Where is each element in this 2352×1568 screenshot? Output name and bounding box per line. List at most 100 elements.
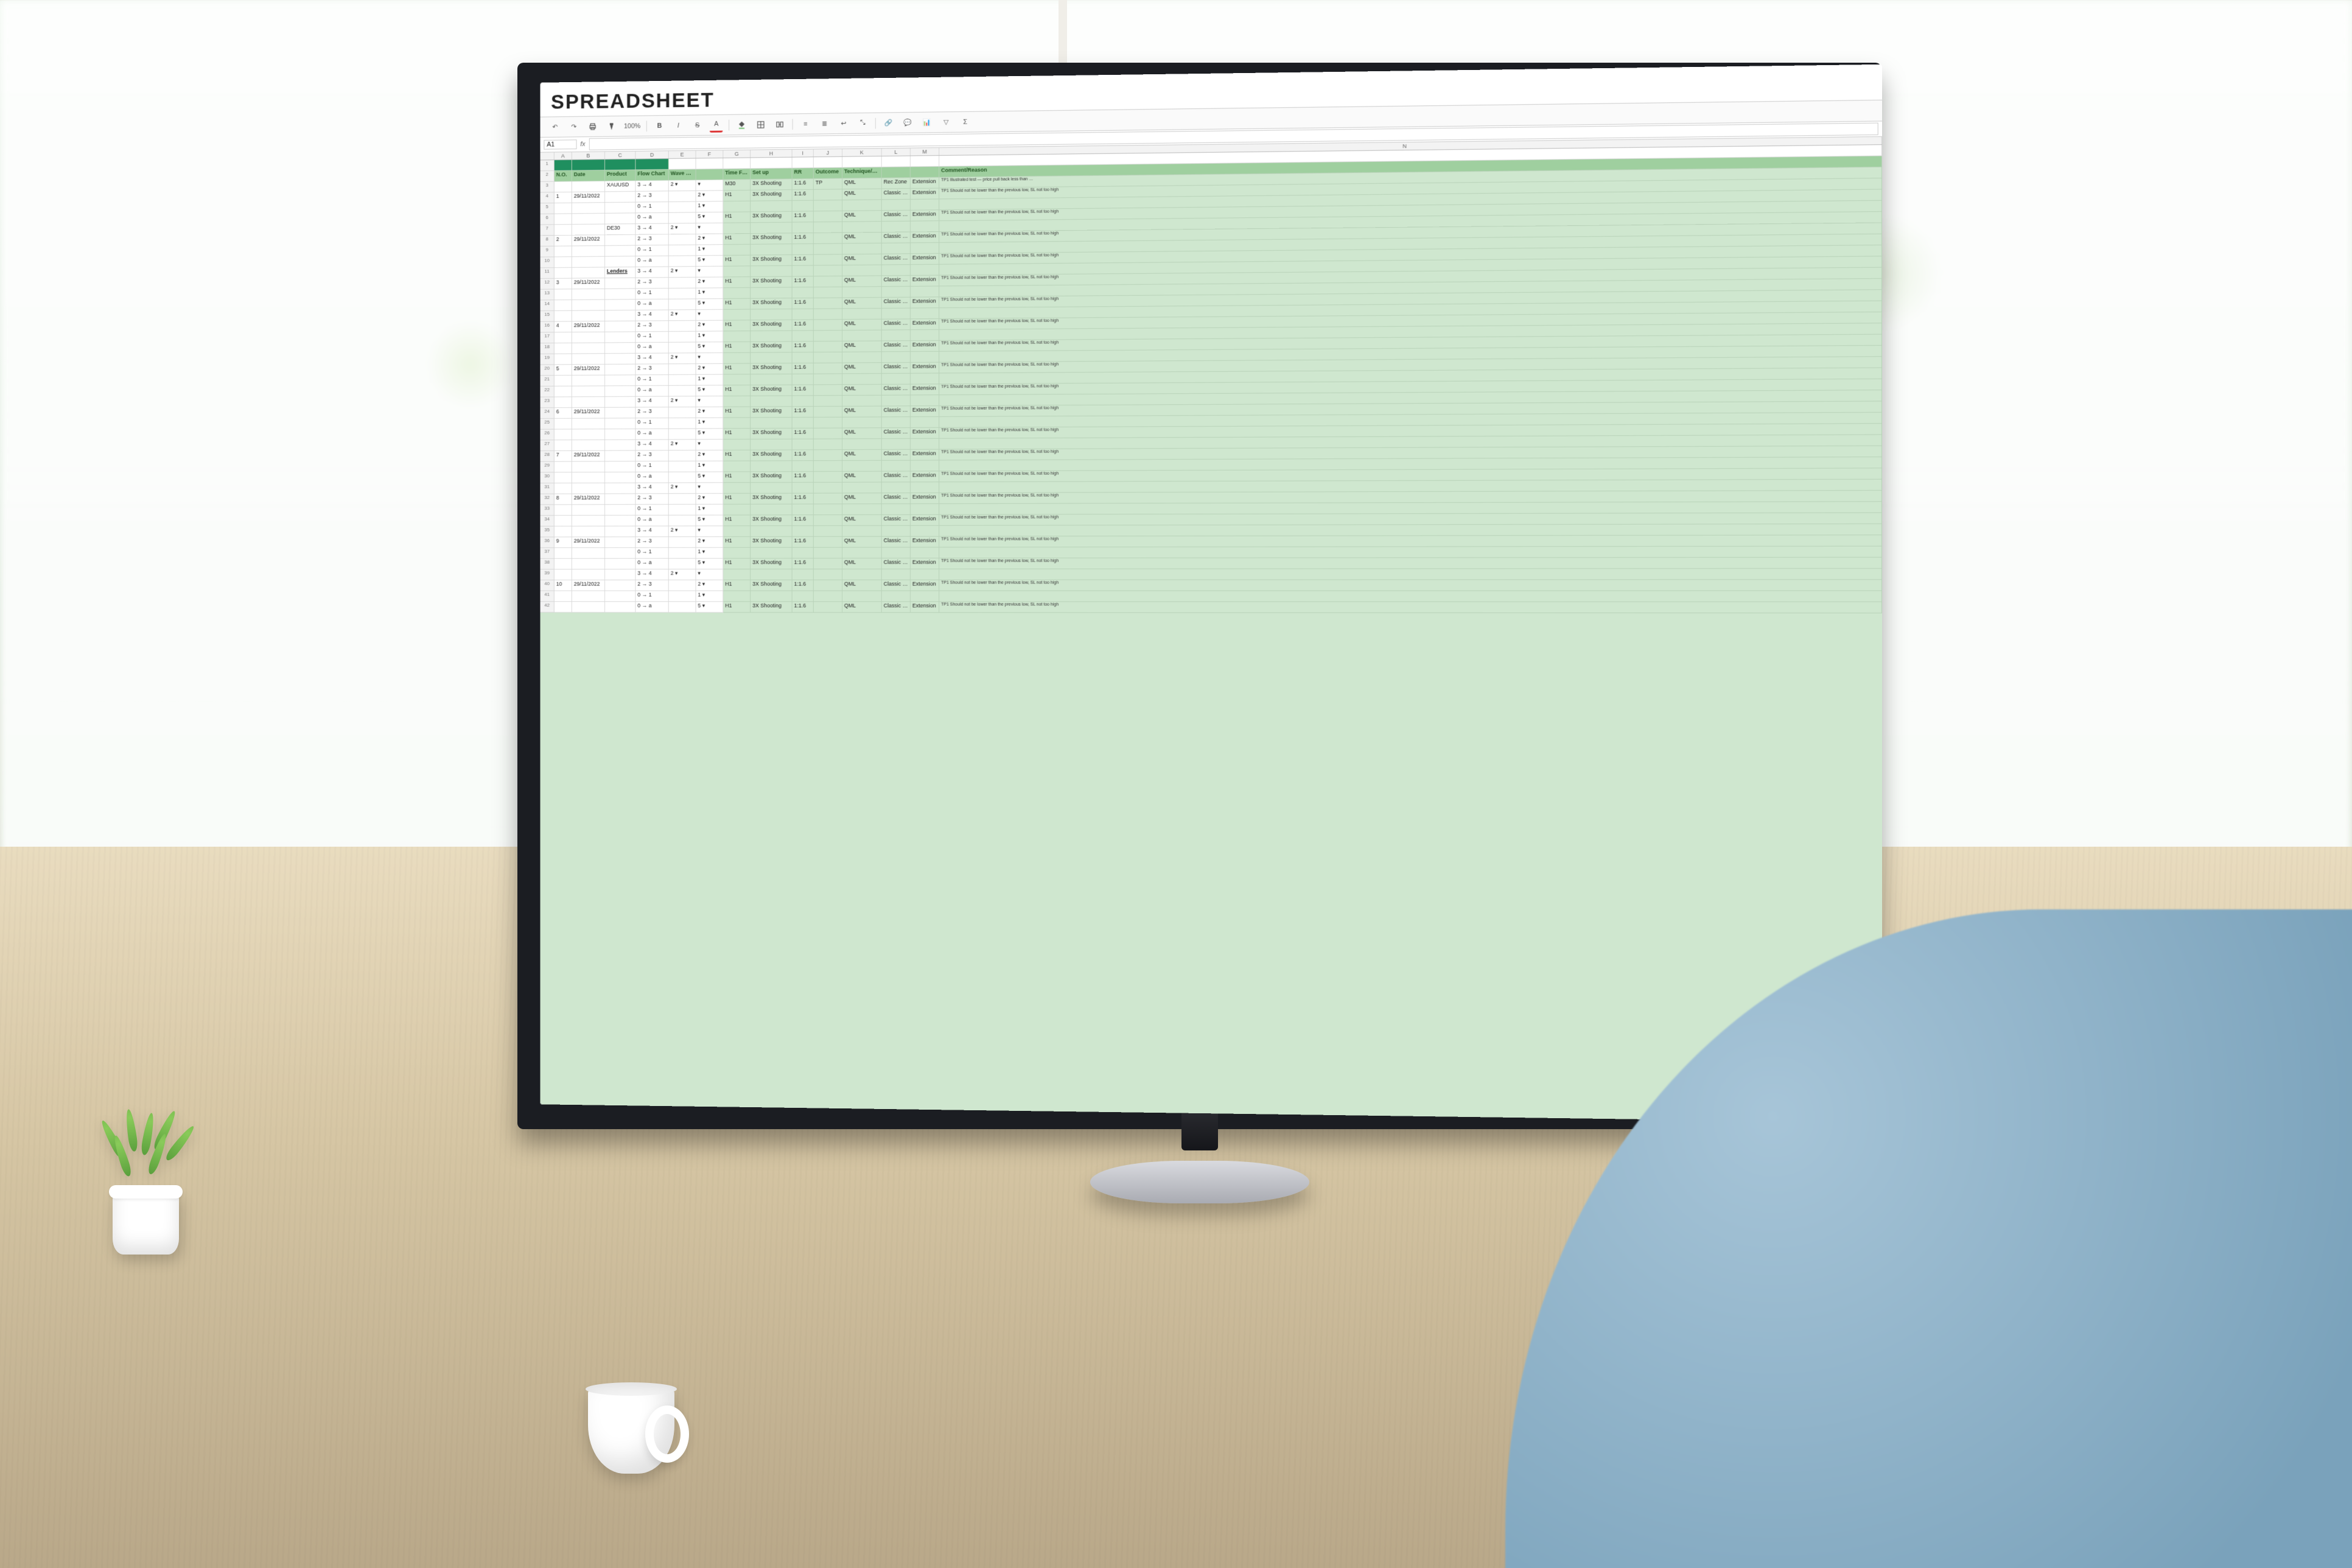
row-date[interactable]: 29/11/2022 [572,192,605,203]
timeframe[interactable]: H1 [723,256,751,267]
borders-icon[interactable] [754,117,767,131]
cell[interactable] [814,200,842,211]
extension[interactable]: Extension [911,493,939,504]
cell[interactable] [751,244,792,255]
product[interactable]: DE30 [605,224,635,235]
setup[interactable]: 3X Shooting [751,494,792,505]
cell[interactable]: 2 ▾ [696,234,724,245]
cell[interactable] [842,504,882,515]
row-header[interactable]: 25 [541,419,555,430]
cell[interactable] [814,602,842,613]
cell[interactable] [814,418,842,429]
column-header[interactable]: A [555,152,572,159]
row-date[interactable]: 29/11/2022 [572,408,605,419]
cell[interactable] [793,548,814,559]
cell[interactable] [669,256,696,267]
column-header[interactable]: C [605,152,635,159]
timeframe[interactable]: H1 [723,277,751,288]
row-header[interactable]: 36 [541,537,555,548]
condition[interactable]: Classic Div [882,580,911,591]
cell[interactable] [814,374,842,385]
rr[interactable] [793,222,814,233]
extension[interactable] [911,221,939,232]
wave[interactable]: 2 ▾ [669,439,696,450]
rr[interactable] [793,352,814,363]
cell[interactable]: 5 ▾ [696,342,724,353]
flow[interactable]: 2 → 3 [635,321,668,332]
cell[interactable] [911,156,939,167]
hdr-product[interactable]: Product [605,170,635,181]
cell[interactable]: ▾ [696,180,724,191]
row-header[interactable]: 9 [541,247,555,257]
row-header[interactable]: 16 [541,322,555,333]
cell[interactable] [793,461,814,472]
cell[interactable] [555,462,572,473]
condition[interactable]: Classic Div [882,211,911,222]
cell[interactable]: 5 ▾ [696,385,724,396]
cell[interactable] [669,472,696,483]
text-rotate-icon[interactable]: ⤡ [856,116,870,130]
timeframe[interactable]: H1 [723,320,751,331]
timeframe[interactable] [723,396,751,407]
cell[interactable]: ▾ [696,310,724,321]
condition[interactable]: Rec Zone [882,178,911,189]
setup[interactable]: 3X Shooting [751,179,792,191]
flow[interactable]: 0 → 1 [635,289,668,299]
outcome[interactable] [814,569,842,580]
cell[interactable] [605,494,635,505]
cell[interactable] [572,483,605,494]
cell[interactable] [842,331,882,341]
rr[interactable] [793,483,814,494]
cell[interactable] [882,200,911,211]
flow[interactable]: 3 → 4 [635,397,668,408]
comment-icon[interactable]: 💬 [901,116,914,129]
zoom-level[interactable]: 100% [624,122,640,130]
technique[interactable] [842,265,882,276]
cell[interactable] [605,505,635,516]
flow[interactable]: 0 → a [635,343,668,354]
cell[interactable] [793,591,814,602]
cell[interactable] [669,580,696,591]
print-icon[interactable] [586,120,599,133]
extension[interactable] [911,265,939,276]
cell[interactable] [814,363,842,374]
cell[interactable] [572,397,605,408]
cell[interactable] [572,570,605,581]
cell[interactable]: 5 ▾ [696,516,724,527]
cell[interactable] [605,602,635,613]
rr[interactable]: 1:1.6 [793,407,814,418]
cell[interactable] [814,157,842,168]
technique[interactable]: QML [842,580,882,591]
cell[interactable] [572,461,605,472]
condition[interactable] [882,439,911,450]
cell[interactable] [751,287,792,298]
flow[interactable]: 0 → 1 [635,418,668,429]
extension[interactable]: Extension [911,276,939,287]
cell[interactable] [723,201,751,212]
cell[interactable] [814,461,842,472]
row-header[interactable]: 11 [541,268,555,279]
condition[interactable]: Classic Div [882,558,911,569]
row-header[interactable]: 17 [541,332,555,343]
cell[interactable]: 5 ▾ [696,472,724,483]
cell[interactable] [911,243,939,254]
cell[interactable] [723,288,751,299]
row-header[interactable]: 14 [541,300,555,311]
cell[interactable] [723,158,751,169]
cell[interactable] [605,278,635,289]
cell[interactable] [669,159,696,170]
extension[interactable]: Extension [911,341,939,352]
outcome[interactable] [814,222,842,233]
timeframe[interactable] [723,569,751,580]
cell[interactable]: 2 ▾ [696,191,724,201]
timeframe[interactable]: H1 [723,429,751,439]
cell[interactable] [669,418,696,429]
timeframe[interactable] [723,353,751,364]
timeframe[interactable]: H1 [723,407,751,418]
extension[interactable] [911,439,939,450]
setup[interactable]: 3X Shooting [751,363,792,374]
cell[interactable] [669,559,696,570]
cell[interactable] [555,472,572,483]
row-header[interactable]: 38 [541,559,555,570]
cell[interactable] [572,310,605,321]
